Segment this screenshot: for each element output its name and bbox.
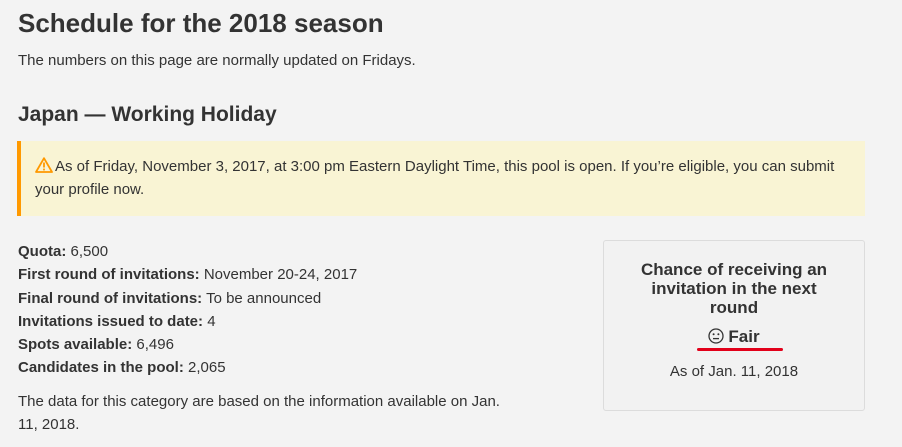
data-note: The data for this category are based on … bbox=[18, 393, 500, 433]
chance-title: Chance of receiving an invitation in the… bbox=[640, 260, 828, 317]
rating-label: Fair bbox=[728, 327, 760, 346]
chance-box: Chance of receiving an invitation in the… bbox=[603, 240, 865, 411]
fact-final-round: Final round of invitations: To be announ… bbox=[18, 287, 538, 310]
fact-value: 6,496 bbox=[136, 336, 174, 354]
fact-value: November 20-24, 2017 bbox=[203, 266, 358, 284]
fact-label: Invitations issued to date: bbox=[18, 312, 204, 330]
fact-value: 4 bbox=[207, 312, 216, 330]
fact-label: First round of invitations: bbox=[18, 266, 200, 284]
chance-rating: Fair bbox=[604, 327, 864, 347]
intro-text: The numbers on this page are normally up… bbox=[18, 52, 416, 69]
fact-label: Quota: bbox=[18, 243, 67, 260]
fact-value: To be announced bbox=[206, 289, 322, 307]
pool-facts: Quota: 6,500 First round of invitations:… bbox=[18, 240, 538, 380]
chance-date: As of Jan. 11, 2018 bbox=[669, 363, 799, 380]
fact-label: Candidates in the pool: bbox=[18, 359, 184, 377]
page-title: Schedule for the 2018 season bbox=[18, 8, 384, 38]
section-title: Japan — Working Holiday bbox=[18, 103, 277, 126]
fact-value: 6,500 bbox=[70, 243, 109, 260]
rating-underline bbox=[697, 348, 783, 351]
fact-first-round: First round of invitations: November 20-… bbox=[18, 263, 538, 286]
fact-label: Spots available: bbox=[18, 336, 133, 354]
fact-invitations-issued: Invitations issued to date: 4 bbox=[18, 310, 538, 333]
neutral-face-icon bbox=[708, 328, 725, 344]
fact-value: 2,065 bbox=[188, 359, 226, 377]
fact-quota: Quota: 6,500 bbox=[18, 240, 538, 263]
warning-icon bbox=[35, 157, 53, 173]
fact-label: Final round of invitations: bbox=[18, 289, 203, 307]
status-alert: As of Friday, November 3, 2017, at 3:00 … bbox=[17, 141, 865, 216]
alert-text: As of Friday, November 3, 2017, at 3:00 … bbox=[35, 158, 835, 198]
page: Schedule for the 2018 season The numbers… bbox=[0, 0, 902, 447]
fact-spots-available: Spots available: 6,496 bbox=[18, 333, 538, 356]
fact-candidates: Candidates in the pool: 2,065 bbox=[18, 356, 538, 379]
